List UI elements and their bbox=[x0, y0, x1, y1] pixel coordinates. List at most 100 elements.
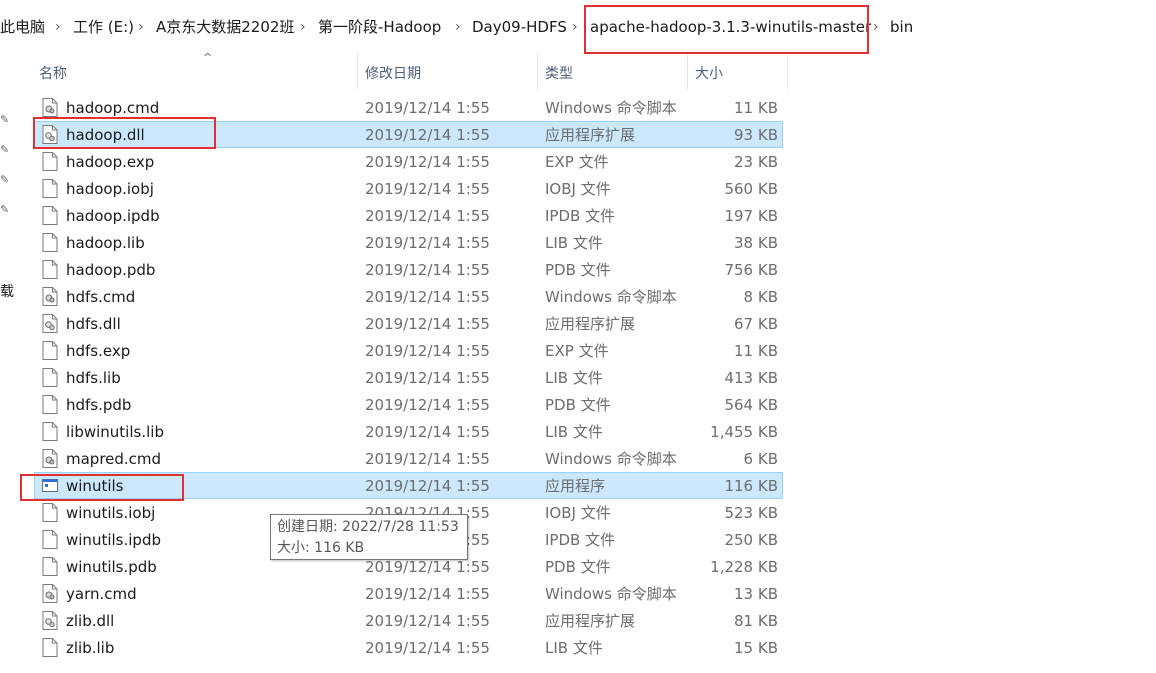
file-size: 38 KB bbox=[734, 234, 778, 252]
file-name[interactable]: hadoop.lib bbox=[66, 233, 145, 253]
file-size: 23 KB bbox=[734, 153, 778, 171]
highlight-box-hadoop-dll bbox=[33, 117, 216, 149]
file-modified-date: 2019/12/14 1:55 bbox=[365, 396, 490, 414]
sort-ascending-icon: ^ bbox=[203, 51, 213, 64]
file-name[interactable]: winutils.ipdb bbox=[66, 530, 161, 550]
file-size: 250 KB bbox=[724, 531, 778, 549]
chevron-right-icon[interactable]: › bbox=[873, 17, 879, 37]
column-header-row: ^ 名称 修改日期 类型 大小 bbox=[17, 51, 788, 89]
tooltip-created-date: 创建日期: 2022/7/28 11:53 bbox=[277, 519, 459, 535]
file-type: Windows 命令脚本 bbox=[545, 450, 677, 468]
file-row[interactable]: hdfs.lib 2019/12/14 1:55 LIB 文件 413 KB bbox=[34, 364, 783, 391]
pin-icon[interactable]: ✎ bbox=[0, 113, 9, 126]
generic-file-icon bbox=[42, 503, 58, 522]
file-row[interactable]: zlib.dll 2019/12/14 1:55 应用程序扩展 81 KB bbox=[34, 607, 783, 634]
file-name[interactable]: hdfs.dll bbox=[66, 314, 121, 334]
file-row[interactable]: yarn.cmd 2019/12/14 1:55 Windows 命令脚本 13 KB bbox=[34, 580, 783, 607]
file-row[interactable]: hadoop.iobj 2019/12/14 1:55 IOBJ 文件 560 KB bbox=[34, 175, 783, 202]
column-divider[interactable] bbox=[687, 53, 688, 89]
file-type: LIB 文件 bbox=[545, 639, 603, 657]
file-size: 197 KB bbox=[724, 207, 778, 225]
breadcrumb-this-pc[interactable]: 此电脑 bbox=[0, 17, 45, 37]
column-header-type[interactable]: 类型 bbox=[545, 63, 573, 83]
file-row[interactable]: hdfs.pdb 2019/12/14 1:55 PDB 文件 564 KB bbox=[34, 391, 783, 418]
file-type: 应用程序扩展 bbox=[545, 126, 636, 144]
file-name[interactable]: hdfs.cmd bbox=[66, 287, 135, 307]
breadcrumb-drive-e[interactable]: 工作 (E:) bbox=[73, 17, 134, 37]
pin-icon[interactable]: ✎ bbox=[0, 203, 9, 216]
column-divider[interactable] bbox=[357, 53, 358, 89]
file-row[interactable]: hadoop.pdb 2019/12/14 1:55 PDB 文件 756 KB bbox=[34, 256, 783, 283]
file-name[interactable]: yarn.cmd bbox=[66, 584, 137, 604]
breadcrumb-class-folder[interactable]: A京东大数据2202班 bbox=[156, 17, 294, 37]
file-name[interactable]: hdfs.lib bbox=[66, 368, 121, 388]
file-type: LIB 文件 bbox=[545, 234, 603, 252]
file-row[interactable]: libwinutils.lib 2019/12/14 1:55 LIB 文件 1,45… bbox=[34, 418, 783, 445]
chevron-right-icon[interactable]: › bbox=[55, 17, 61, 37]
chevron-right-icon[interactable]: › bbox=[300, 17, 306, 37]
file-name[interactable]: hadoop.iobj bbox=[66, 179, 154, 199]
file-size: 756 KB bbox=[724, 261, 778, 279]
breadcrumb-day09-folder[interactable]: Day09-HDFS bbox=[472, 17, 567, 37]
generic-file-icon bbox=[42, 395, 58, 414]
generic-file-icon bbox=[42, 557, 58, 576]
file-type: 应用程序扩展 bbox=[545, 612, 636, 630]
file-row[interactable]: hadoop.lib 2019/12/14 1:55 LIB 文件 38 KB bbox=[34, 229, 783, 256]
breadcrumb-stage-folder[interactable]: 第一阶段-Hadoop bbox=[318, 17, 441, 37]
cmd-file-icon bbox=[42, 98, 58, 117]
file-name[interactable]: hdfs.exp bbox=[66, 341, 130, 361]
generic-file-icon bbox=[42, 638, 58, 657]
file-type: EXP 文件 bbox=[545, 153, 609, 171]
file-name[interactable]: mapred.cmd bbox=[66, 449, 161, 469]
file-modified-date: 2019/12/14 1:55 bbox=[365, 585, 490, 603]
file-modified-date: 2019/12/14 1:55 bbox=[365, 99, 490, 117]
file-type: IPDB 文件 bbox=[545, 207, 616, 225]
file-size: 81 KB bbox=[734, 612, 778, 630]
file-name[interactable]: hadoop.pdb bbox=[66, 260, 155, 280]
file-modified-date: 2019/12/14 1:55 bbox=[365, 639, 490, 657]
nav-item-partial[interactable]: 载 bbox=[0, 281, 14, 301]
file-row[interactable]: mapred.cmd 2019/12/14 1:55 Windows 命令脚本 6 K… bbox=[34, 445, 783, 472]
column-divider[interactable] bbox=[537, 53, 538, 89]
file-name[interactable]: winutils.pdb bbox=[66, 557, 157, 577]
generic-file-icon bbox=[42, 152, 58, 171]
column-header-name[interactable]: 名称 bbox=[39, 63, 67, 83]
file-modified-date: 2019/12/14 1:55 bbox=[365, 153, 490, 171]
pin-icon[interactable]: ✎ bbox=[0, 143, 9, 156]
file-name[interactable]: hadoop.exp bbox=[66, 152, 154, 172]
dll-file-icon bbox=[42, 611, 58, 630]
file-modified-date: 2019/12/14 1:55 bbox=[365, 261, 490, 279]
file-name[interactable]: winutils.iobj bbox=[66, 503, 155, 523]
file-row[interactable]: hadoop.ipdb 2019/12/14 1:55 IPDB 文件 197 KB bbox=[34, 202, 783, 229]
file-type: IOBJ 文件 bbox=[545, 504, 611, 522]
file-name[interactable]: hdfs.pdb bbox=[66, 395, 131, 415]
file-row[interactable]: hdfs.dll 2019/12/14 1:55 应用程序扩展 67 KB bbox=[34, 310, 783, 337]
cmd-file-icon bbox=[42, 287, 58, 306]
tooltip-size: 大小: 116 KB bbox=[277, 540, 365, 556]
breadcrumb-bin-folder[interactable]: bin bbox=[890, 17, 913, 37]
file-name[interactable]: libwinutils.lib bbox=[66, 422, 164, 442]
chevron-right-icon[interactable]: › bbox=[455, 17, 461, 37]
file-size: 93 KB bbox=[734, 126, 778, 144]
column-divider[interactable] bbox=[787, 53, 788, 89]
dll-file-icon bbox=[42, 314, 58, 333]
file-row[interactable]: zlib.lib 2019/12/14 1:55 LIB 文件 15 KB bbox=[34, 634, 783, 661]
column-header-date[interactable]: 修改日期 bbox=[365, 63, 421, 83]
file-name[interactable]: zlib.dll bbox=[66, 611, 114, 631]
file-name[interactable]: hadoop.cmd bbox=[66, 98, 159, 118]
file-name[interactable]: zlib.lib bbox=[66, 638, 114, 658]
file-modified-date: 2019/12/14 1:55 bbox=[365, 450, 490, 468]
generic-file-icon bbox=[42, 179, 58, 198]
file-modified-date: 2019/12/14 1:55 bbox=[365, 315, 490, 333]
file-row[interactable]: hdfs.exp 2019/12/14 1:55 EXP 文件 11 KB bbox=[34, 337, 783, 364]
file-modified-date: 2019/12/14 1:55 bbox=[365, 234, 490, 252]
chevron-right-icon[interactable]: › bbox=[572, 17, 578, 37]
file-size: 13 KB bbox=[734, 585, 778, 603]
file-modified-date: 2019/12/14 1:55 bbox=[365, 180, 490, 198]
file-row[interactable]: hadoop.exp 2019/12/14 1:55 EXP 文件 23 KB bbox=[34, 148, 783, 175]
chevron-right-icon[interactable]: › bbox=[138, 17, 144, 37]
column-header-size[interactable]: 大小 bbox=[695, 63, 723, 83]
file-row[interactable]: hdfs.cmd 2019/12/14 1:55 Windows 命令脚本 8 KB bbox=[34, 283, 783, 310]
pin-icon[interactable]: ✎ bbox=[0, 173, 9, 186]
file-name[interactable]: hadoop.ipdb bbox=[66, 206, 160, 226]
